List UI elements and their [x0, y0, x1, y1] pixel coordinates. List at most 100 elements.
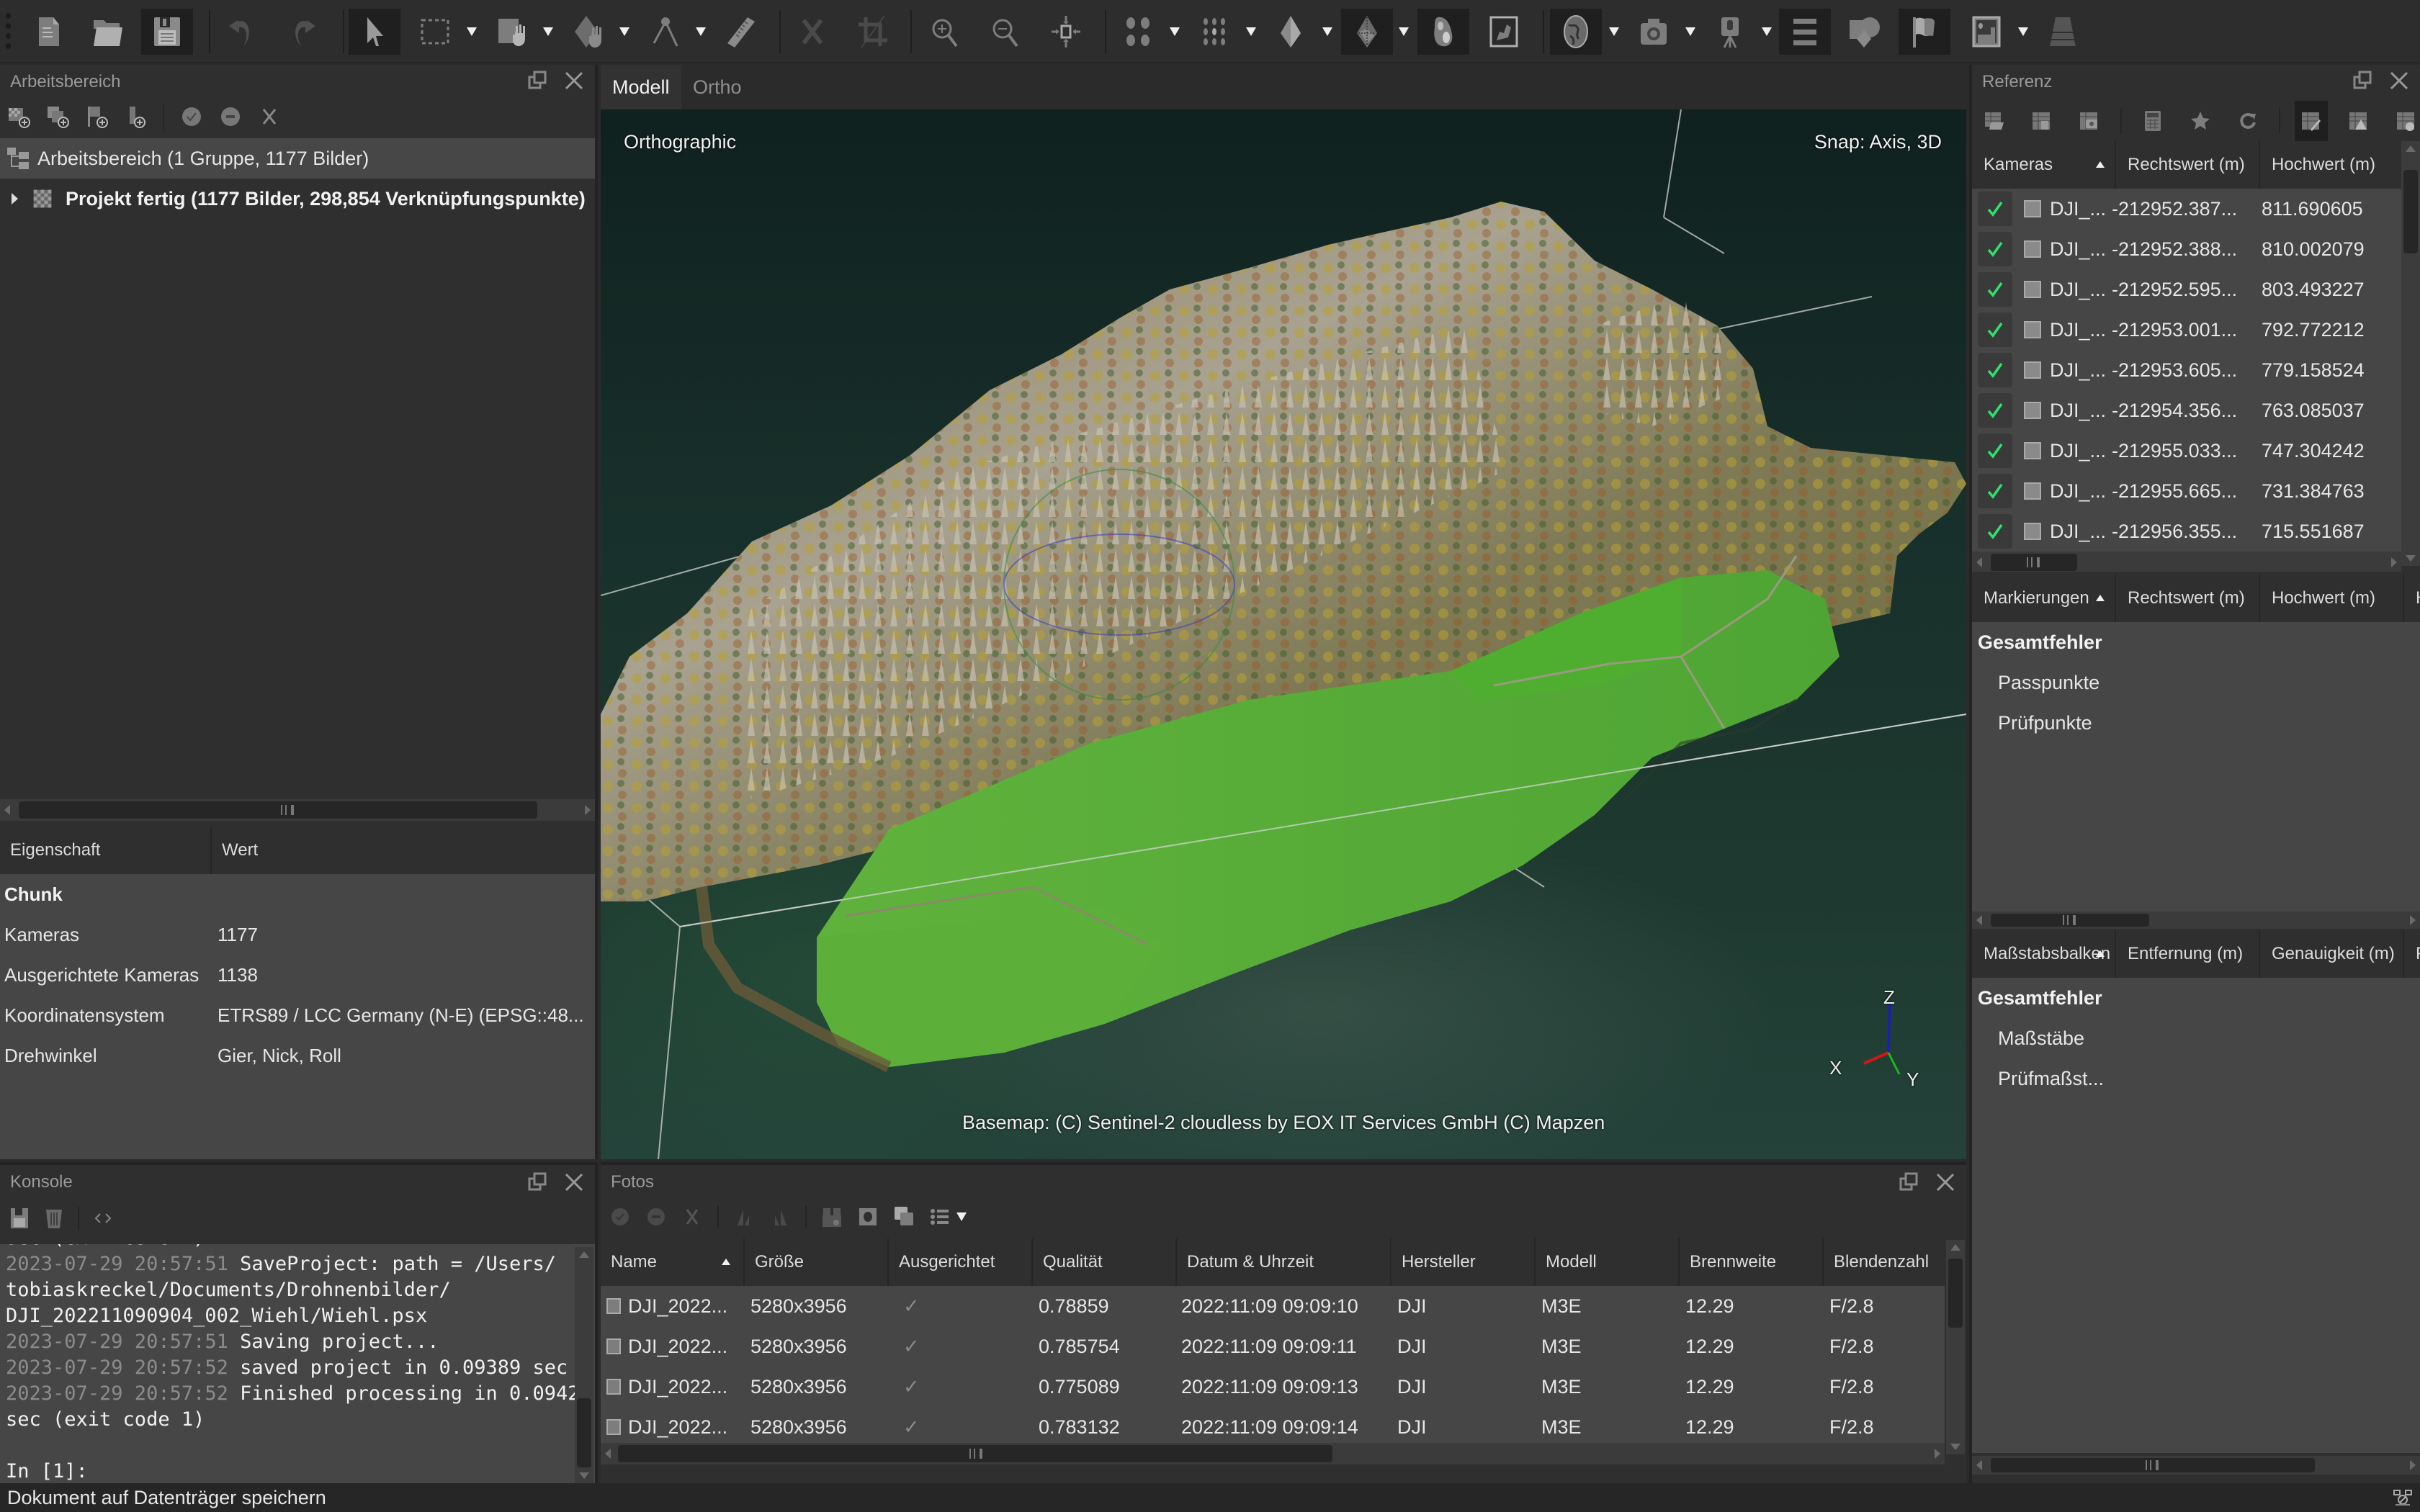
camera-row[interactable]: DJI_... -212953.605... 779.158524 — [1972, 350, 2401, 390]
zoom-out-button[interactable] — [980, 9, 1031, 55]
photo-row[interactable]: DJI_2022... 5280x3956 ✓ 0.775089 2022:11:09 … — [601, 1367, 1945, 1407]
remove-x-icon[interactable] — [258, 105, 281, 128]
open-folder-button[interactable] — [82, 9, 134, 55]
close-panel-icon[interactable] — [1935, 1171, 1956, 1193]
calculator-button[interactable] — [2136, 101, 2169, 141]
orthomosaic-button[interactable] — [1478, 9, 1530, 55]
disable-minus-icon[interactable] — [645, 1205, 667, 1228]
redo-button[interactable] — [277, 9, 328, 55]
view-list-icon[interactable] — [929, 1205, 951, 1228]
cameras-hscrollbar[interactable] — [1972, 552, 2401, 572]
save-button[interactable] — [141, 9, 193, 55]
scalebars-check-scales[interactable]: Prüfmaßst... — [1972, 1058, 2420, 1099]
tab-ortho[interactable]: Ortho — [681, 65, 753, 109]
mask-icon[interactable] — [857, 1205, 879, 1228]
column-header-distance[interactable]: Entfernung (m) — [2116, 930, 2260, 978]
move-region-button[interactable] — [487, 9, 539, 55]
crop-selection-button[interactable] — [847, 9, 899, 55]
property-row[interactable]: Kameras 1177 — [0, 914, 595, 955]
camera-enable-checkbox[interactable] — [1978, 192, 2012, 226]
column-header-accuracy[interactable]: Genauigkeit (m) — [2260, 930, 2404, 978]
reset-view-button[interactable] — [1040, 9, 1092, 55]
ruler-button[interactable] — [714, 9, 766, 55]
photo-row[interactable]: DJI_2022... 5280x3956 ✓ 0.783132 2022:11:09 … — [601, 1407, 1945, 1443]
close-panel-icon[interactable] — [563, 1171, 585, 1193]
camera-enable-checkbox[interactable] — [1978, 474, 2012, 508]
tree-item-chunk[interactable]: Projekt fertig (1177 Bilder, 298,854 Ver… — [0, 179, 595, 219]
rectangle-selection-button[interactable] — [409, 9, 461, 55]
markers-check-points[interactable]: Prüfpunkte — [1972, 703, 2420, 743]
markers-hscrollbar[interactable] — [1972, 912, 2420, 929]
optimize-cameras-button[interactable] — [2184, 101, 2217, 141]
tab-model[interactable]: Modell — [601, 65, 681, 109]
column-header-quality[interactable]: Qualität — [1033, 1238, 1177, 1286]
convert-reference-button[interactable] — [2073, 101, 2106, 141]
column-header-value[interactable]: Wert — [212, 827, 258, 874]
network-disconnected-icon[interactable] — [2393, 1489, 2413, 1506]
update-transform-button[interactable] — [2231, 101, 2264, 141]
show-trackers-button[interactable] — [1704, 9, 1756, 55]
photo-row[interactable]: DJI_2022... 5280x3956 ✓ 0.78859 2022:11:09 0… — [601, 1286, 1945, 1326]
scalebars-hscrollbar[interactable] — [1972, 1456, 2420, 1475]
column-header-error[interactable]: F — [2404, 930, 2420, 978]
filter-binoculars-icon[interactable] — [821, 1205, 843, 1228]
zoom-in-button[interactable] — [919, 9, 971, 55]
view-source-button[interactable] — [2295, 101, 2328, 141]
add-chunk-icon[interactable] — [7, 105, 30, 128]
float-panel-icon[interactable] — [527, 70, 549, 91]
column-header-property[interactable]: Eigenschaft — [0, 827, 212, 874]
column-header-northing[interactable]: Hochwert (m) — [2260, 141, 2401, 189]
camera-row[interactable]: DJI_... -212955.033... 747.304242 — [1972, 431, 2401, 471]
view-errors-button[interactable] — [2342, 101, 2375, 141]
remove-x-icon[interactable] — [681, 1205, 703, 1228]
dense-cloud-button[interactable] — [1188, 9, 1240, 55]
console-output[interactable]: sec (exit code 1) 2023-07-29 20:57:51 Sa… — [0, 1244, 595, 1486]
undo-button[interactable] — [216, 9, 268, 55]
model-viewport[interactable]: Orthographic Snap: Axis, 3D Basemap: (C)… — [601, 109, 1966, 1159]
camera-enable-checkbox[interactable] — [1978, 514, 2012, 549]
export-reference-button[interactable] — [2025, 101, 2058, 141]
camera-row[interactable]: DJI_... -212955.665... 731.384763 — [1972, 471, 2401, 511]
scalebars-scales[interactable]: Maßstäbe — [1972, 1018, 2420, 1058]
camera-row[interactable]: DJI_... -212953.001... 792.772212 — [1972, 310, 2401, 350]
column-header-aligned[interactable]: Ausgerichtet — [889, 1238, 1033, 1286]
camera-row[interactable]: DJI_... -212954.356... 763.085037 — [1972, 390, 2401, 431]
camera-row[interactable]: DJI_... -212952.595... 803.493227 — [1972, 269, 2401, 310]
column-header-easting[interactable]: Rechtswert (m) — [2116, 575, 2260, 622]
disable-minus-icon[interactable] — [219, 105, 242, 128]
show-regions-button[interactable] — [1838, 9, 1890, 55]
column-header-easting[interactable]: Rechtswert (m) — [2116, 141, 2260, 189]
photos-vscrollbar[interactable] — [1946, 1240, 1965, 1454]
photo-row[interactable]: DJI_2022... 5280x3956 ✓ 0.785754 2022:11:09 … — [601, 1326, 1945, 1367]
camera-enable-checkbox[interactable] — [1978, 433, 2012, 468]
add-marker-icon[interactable] — [85, 105, 108, 128]
close-panel-icon[interactable] — [2388, 70, 2410, 91]
rotate-left-icon[interactable] — [733, 1205, 755, 1228]
column-header-focal-length[interactable]: Brennweite — [1680, 1238, 1824, 1286]
show-cameras-button[interactable] — [1628, 9, 1680, 55]
float-panel-icon[interactable] — [2352, 70, 2374, 91]
add-scalebar-icon[interactable] — [124, 105, 147, 128]
expand-arrow-icon[interactable] — [12, 193, 18, 204]
code-brackets-icon[interactable] — [92, 1207, 114, 1230]
model-textured-button[interactable] — [1341, 9, 1393, 55]
basemap-button[interactable] — [1550, 9, 1602, 55]
duplicate-icon[interactable] — [893, 1205, 915, 1228]
column-header-datetime[interactable]: Datum & Uhrzeit — [1177, 1238, 1392, 1286]
camera-enable-checkbox[interactable] — [1978, 353, 2012, 387]
column-header-make[interactable]: Hersteller — [1392, 1238, 1536, 1286]
dem-button[interactable] — [1417, 9, 1469, 55]
property-row[interactable]: Drehwinkel Gier, Nick, Roll — [0, 1035, 595, 1076]
camera-row[interactable]: DJI_... -212956.355... 715.551687 — [1972, 511, 2401, 552]
toolbar-grip[interactable] — [6, 13, 12, 52]
workspace-hscrollbar[interactable] — [0, 799, 595, 821]
close-panel-icon[interactable] — [563, 70, 585, 91]
navigation-tool-button[interactable] — [349, 9, 400, 55]
enable-check-icon[interactable] — [609, 1205, 631, 1228]
camera-enable-checkbox[interactable] — [1978, 232, 2012, 266]
column-header-name[interactable]: Name — [601, 1238, 745, 1286]
markers-total-error[interactable]: Gesamtfehler — [1972, 622, 2420, 662]
column-header-model[interactable]: Modell — [1536, 1238, 1680, 1286]
column-header-f-number[interactable]: Blendenzahl — [1824, 1238, 1945, 1286]
column-header-height[interactable]: H — [2404, 575, 2420, 622]
